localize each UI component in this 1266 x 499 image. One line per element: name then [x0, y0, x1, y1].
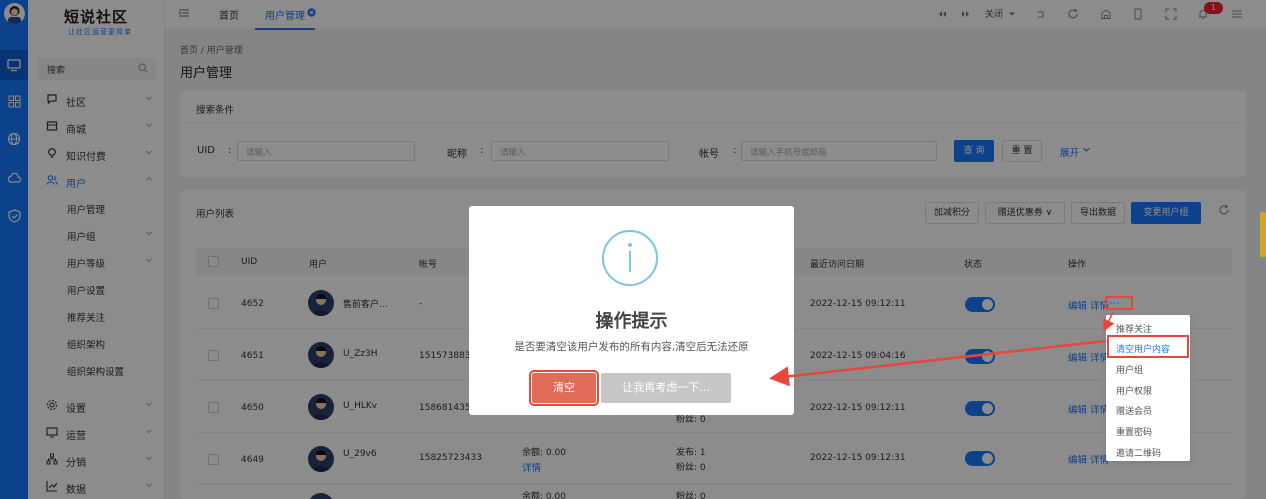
- menu-item-invite-qr[interactable]: 邀请二维码: [1116, 446, 1161, 459]
- info-icon-dot: [628, 243, 632, 247]
- menu-item-reset-password[interactable]: 重置密码: [1116, 425, 1152, 438]
- menu-item-recommend[interactable]: 推荐关注: [1116, 322, 1152, 335]
- info-icon-bar: [629, 251, 631, 272]
- cancel-button[interactable]: 让我再考虑一下...: [601, 373, 731, 403]
- confirm-dialog: 操作提示 是否要清空该用户发布的所有内容,清空后无法还原 清空 让我再考虑一下.…: [469, 206, 794, 415]
- info-icon: [602, 230, 658, 286]
- annotation-highlight-box: [1107, 335, 1189, 358]
- page-scrollbar[interactable]: [1260, 212, 1266, 257]
- dialog-message: 是否要清空该用户发布的所有内容,清空后无法还原: [514, 341, 749, 353]
- menu-item-permissions[interactable]: 用户权限: [1116, 384, 1152, 397]
- menu-item-gift-vip[interactable]: 赠送会员: [1116, 404, 1152, 417]
- dialog-title: 操作提示: [595, 311, 668, 332]
- clear-button[interactable]: 清空: [529, 370, 599, 406]
- menu-item-user-group[interactable]: 用户组: [1116, 363, 1143, 376]
- annotation-more-box: [1105, 296, 1133, 310]
